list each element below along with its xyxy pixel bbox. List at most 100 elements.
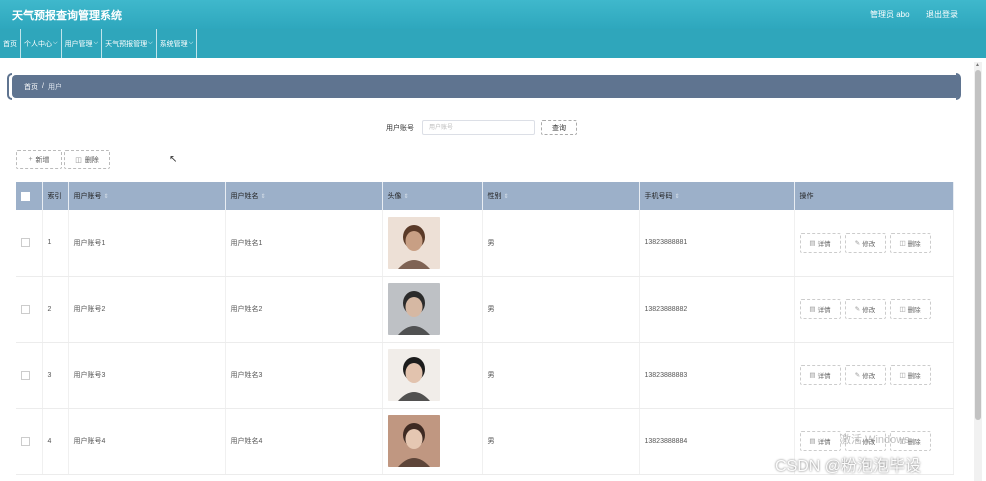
scrollbar-thumb[interactable] [975,70,981,420]
logout-link[interactable]: 退出登录 [926,9,958,20]
sort-icon[interactable]: ⇕ [261,194,266,200]
edit-button[interactable]: ✎ 修改 [844,365,886,385]
document-icon: ▤ [809,306,816,313]
table-header-row: 索引 用户账号 ⇕ 用户姓名 ⇕ 头像 ⇕ 性别 ⇕ 手机号码 ⇕ 操作 [16,182,954,210]
sort-icon[interactable]: ⇕ [404,194,409,200]
header-label: 用户账号 [73,193,102,200]
row-checkbox[interactable] [21,238,30,248]
trash-icon: ◫ [899,306,906,313]
column-header-account[interactable]: 用户账号 ⇕ [68,182,226,210]
pencil-icon: ✎ [854,306,861,313]
detail-button[interactable]: ▤ 详情 [799,365,841,385]
edit-button[interactable]: ✎ 修改 [844,232,886,253]
edit-button[interactable]: ✎ 修改 [844,299,886,319]
document-icon: ▤ [809,239,816,247]
index-cell: 1 [42,210,69,277]
edit-label: 修改 [862,240,876,248]
detail-label: 详情 [817,439,831,446]
row-select-cell [16,210,43,277]
batch-delete-button[interactable]: ◫ 删除 [64,150,110,169]
sort-icon[interactable]: ⇕ [504,194,509,200]
nav-label: 用户管理 [64,40,93,48]
row-checkbox[interactable] [21,370,30,380]
gender-cell: 男 [482,342,640,409]
nav-label: 系统管理 [159,40,188,48]
column-header-avatar[interactable]: 头像 ⇕ [382,182,483,210]
nav-label: 天气预报管理 [105,40,148,48]
table-row: 1 用户账号1 用户姓名1 男 13823888881 ▤ 详情 ✎ 修改 ◫ 删除 [16,210,954,277]
avatar-image [387,283,440,335]
delete-label: 删除 [907,373,921,380]
name-cell: 用户姓名2 [225,276,383,343]
document-icon: ▤ [809,372,816,379]
breadcrumb-home[interactable]: 首页 [24,82,38,92]
gender-cell: 男 [482,408,640,475]
detail-button[interactable]: ▤ 详情 [799,431,841,451]
column-header-index: 索引 [42,182,69,210]
detail-button[interactable]: ▤ 详情 [799,299,841,319]
scroll-up-icon[interactable]: ▲ [975,62,980,68]
add-button[interactable]: + 新增 [16,150,62,169]
avatar-image [387,216,440,269]
row-select-cell [16,408,43,475]
header-label: 用户姓名 [230,193,259,200]
nav-item-user-management[interactable]: 用户管理 ⌵ [62,29,103,58]
delete-button[interactable]: ◫ 删除 [889,232,931,253]
avatar-cell [382,408,483,475]
nav-item-weather-management[interactable]: 天气预报管理 ⌵ [102,29,157,58]
search-input[interactable] [422,120,535,135]
header-label: 性别 [487,193,502,200]
account-cell: 用户账号1 [68,210,226,277]
table-row: 3 用户账号3 用户姓名3 男 13823888883 ▤ 详情 ✎ 修改 ◫ 删除 [16,342,954,409]
delete-button[interactable]: ◫ 删除 [889,365,931,385]
detail-button[interactable]: ▤ 详情 [799,232,841,253]
sort-icon[interactable]: ⇕ [675,194,680,200]
row-checkbox[interactable] [21,304,30,314]
account-cell: 用户账号4 [68,408,226,475]
row-checkbox[interactable] [21,436,30,446]
index-cell: 4 [42,408,69,475]
chevron-down-icon: ⌵ [53,40,58,46]
breadcrumb-separator: / [42,83,44,90]
header-label: 操作 [799,193,814,200]
app-title: 天气预报查询管理系统 [12,10,122,22]
chevron-down-icon: ⌵ [148,40,153,46]
avatar-cell [382,210,483,277]
select-all-checkbox[interactable] [21,191,30,201]
delete-button[interactable]: ◫ 删除 [889,299,931,319]
header-label: 索引 [47,193,62,200]
search-label: 用户账号 [386,125,414,132]
name-cell: 用户姓名4 [225,408,383,475]
edit-label: 修改 [862,373,876,380]
phone-cell: 13823888883 [639,342,795,409]
column-header-phone[interactable]: 手机号码 ⇕ [639,182,795,210]
sort-icon[interactable]: ⇕ [104,194,109,200]
add-label: 新增 [35,156,50,164]
trash-icon: ◫ [899,372,906,379]
index-cell: 3 [42,342,69,409]
chevron-down-icon: ⌵ [188,40,194,46]
pencil-icon: ✎ [854,372,861,379]
column-header-gender[interactable]: 性别 ⇕ [482,182,640,210]
account-cell: 用户账号2 [68,276,226,343]
phone-cell: 13823888881 [639,210,795,277]
nav-item-personal-center[interactable]: 个人中心 ⌵ [21,29,62,58]
actions-cell: ▤ 详情 ✎ 修改 ◫ 删除 [794,276,954,343]
nav-item-home[interactable]: 首页 [0,29,21,58]
breadcrumb: 首页 / 用户 [12,75,960,98]
document-icon: ▤ [809,438,816,445]
trash-icon: ◫ [75,156,82,164]
mouse-cursor-icon: ↖ [169,154,178,165]
admin-label: 管理员 abo [870,10,910,19]
nav-item-system-management[interactable]: 系统管理 ⌵ [157,29,198,58]
column-header-name[interactable]: 用户姓名 ⇕ [225,182,383,210]
nav-bar-fill [211,29,986,58]
row-select-cell [16,276,43,343]
user-table: 索引 用户账号 ⇕ 用户姓名 ⇕ 头像 ⇕ 性别 ⇕ 手机号码 ⇕ 操作 1 用户账号1 … [16,182,954,475]
delete-label: 删除 [907,240,921,248]
query-button[interactable]: 查询 [541,120,577,135]
delete-label: 删除 [907,307,921,314]
table-row: 2 用户账号2 用户姓名2 男 13823888882 ▤ 详情 ✎ 修改 ◫ 删除 [16,276,954,343]
column-header-actions: 操作 [794,182,954,210]
pencil-icon: ✎ [854,239,861,247]
